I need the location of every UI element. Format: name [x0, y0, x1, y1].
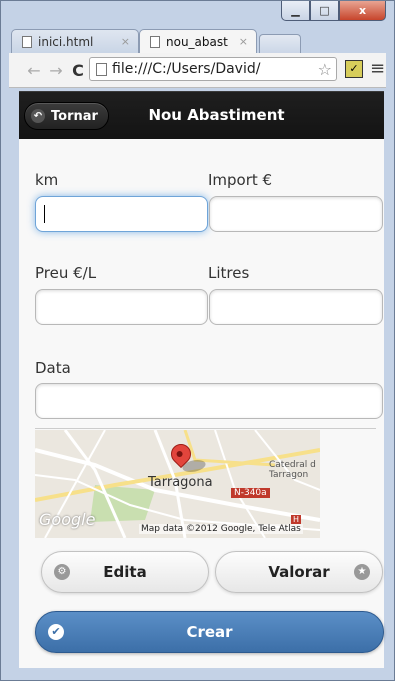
create-button[interactable]: ✔ Crear — [35, 611, 384, 653]
gear-icon: ⚙ — [54, 564, 70, 580]
map-view[interactable]: Tarragona Catedral d Tarragon N-340a H G… — [35, 430, 320, 538]
map-poi-label: Catedral d Tarragon — [269, 460, 316, 480]
google-logo: Google — [39, 510, 96, 529]
tab-close-icon[interactable]: × — [239, 35, 248, 48]
km-input[interactable] — [35, 196, 208, 232]
tab-inici[interactable]: inici.html × — [11, 29, 139, 53]
tab-label: inici.html — [38, 34, 94, 49]
bookmark-star-icon[interactable]: ☆ — [315, 60, 332, 79]
edit-button[interactable]: ⚙ Edita — [41, 551, 209, 593]
star-icon: ★ — [354, 564, 370, 580]
browser-toolbar: ← → C file:///C:/Users/David/ ☆ ✓ ≡ — [9, 53, 386, 88]
check-icon: ✔ — [48, 624, 64, 640]
preu-label: Preu €/L — [35, 264, 97, 282]
create-label: Crear — [186, 623, 233, 641]
litres-label: Litres — [208, 264, 250, 282]
import-input[interactable] — [209, 196, 383, 232]
tab-label: nou_abast — [166, 34, 228, 49]
data-label: Data — [35, 359, 71, 377]
close-window-button[interactable]: x — [339, 1, 386, 21]
hospital-icon: H — [291, 515, 302, 524]
divider — [35, 428, 376, 429]
page-title: Nou Abastiment — [148, 106, 285, 124]
back-arrow-icon[interactable]: ← — [23, 61, 45, 80]
preu-input[interactable] — [35, 289, 208, 325]
rate-button[interactable]: Valorar ★ — [215, 551, 383, 593]
minimize-button[interactable]: ▁ — [281, 1, 310, 21]
window-controls: ▁ □ x — [281, 1, 386, 21]
form-content: km Import € Preu €/L Litres Data Tarrago… — [19, 139, 384, 668]
url-text: file:///C:/Users/David/ — [112, 61, 261, 77]
address-bar[interactable]: file:///C:/Users/David/ ☆ — [89, 57, 337, 81]
app-header: ↶ Tornar Nou Abastiment — [19, 91, 384, 140]
document-icon — [22, 35, 32, 48]
map-attribution: Map data ©2012 Google, Tele Atlas — [139, 524, 303, 534]
litres-input[interactable] — [209, 289, 383, 325]
new-tab-button[interactable] — [259, 34, 301, 53]
km-label: km — [35, 171, 59, 189]
map-city-label: Tarragona — [148, 475, 213, 490]
tab-close-icon[interactable]: × — [121, 35, 130, 48]
import-label: Import € — [208, 171, 273, 189]
edit-label: Edita — [103, 563, 147, 581]
tab-nou-abast[interactable]: nou_abast × — [139, 29, 257, 53]
date-input[interactable] — [35, 383, 383, 419]
forward-arrow-icon[interactable]: → — [45, 61, 67, 80]
rate-label: Valorar — [268, 563, 330, 581]
extension-icon[interactable]: ✓ — [345, 60, 363, 78]
map-road-shield: N-340a — [231, 488, 270, 498]
maximize-button[interactable]: □ — [310, 1, 339, 21]
page-icon — [96, 62, 107, 76]
reload-icon[interactable]: C — [67, 61, 89, 80]
menu-icon[interactable]: ≡ — [370, 58, 385, 79]
browser-window: inici.html × nou_abast × ▁ □ x ← → C fil… — [0, 0, 395, 681]
text-caret — [44, 205, 45, 223]
document-icon — [150, 35, 160, 48]
